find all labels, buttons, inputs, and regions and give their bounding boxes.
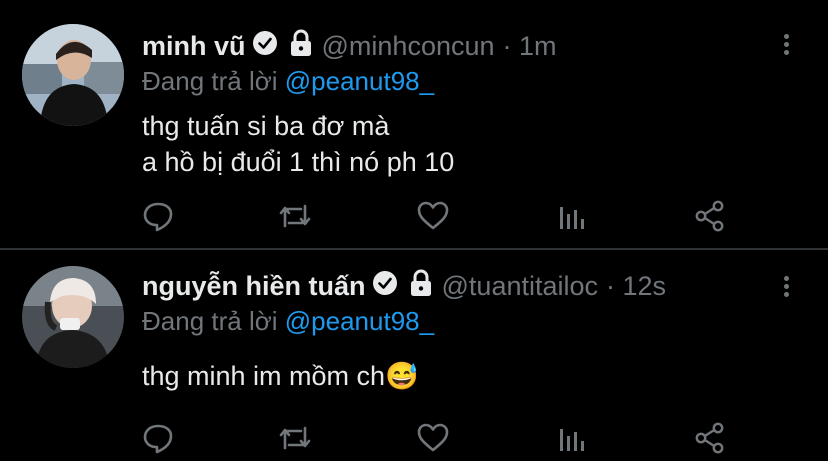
lock-icon <box>408 269 434 304</box>
retweet-icon[interactable] <box>277 198 313 234</box>
more-icon[interactable] <box>777 273 795 300</box>
like-icon[interactable] <box>415 420 451 456</box>
reply-mention[interactable]: @peanut98_ <box>285 306 434 336</box>
tweet-text-line: thg minh im mồm ch😅 <box>142 361 419 391</box>
like-icon[interactable] <box>415 198 451 234</box>
reply-mention[interactable]: @peanut98_ <box>285 66 434 96</box>
analytics-icon[interactable] <box>554 420 590 456</box>
tweet-text: thg minh im mồm ch😅 <box>142 358 419 394</box>
reply-context: Đang trả lời @peanut98_ <box>142 306 434 337</box>
avatar[interactable] <box>22 266 124 368</box>
author-handle[interactable]: @tuantitailoc <box>442 271 599 302</box>
tweet-header: minh vũ @minhconcun · 1m <box>142 29 557 64</box>
timestamp[interactable]: · 12s <box>606 271 666 302</box>
verified-icon <box>252 30 278 63</box>
author-handle[interactable]: @minhconcun <box>322 31 495 62</box>
reply-icon[interactable] <box>140 420 176 456</box>
avatar[interactable] <box>22 24 124 126</box>
tweet-text: thg tuấn si ba đơ mà a hồ bị đuổi 1 thì … <box>142 108 454 180</box>
analytics-icon[interactable] <box>554 198 590 234</box>
reply-prefix: Đang trả lời <box>142 306 285 336</box>
lock-icon <box>288 29 314 64</box>
tweet-header: nguyễn hiền tuấn @tuantitailoc · 12s <box>142 269 666 304</box>
reply-prefix: Đang trả lời <box>142 66 285 96</box>
share-icon[interactable] <box>692 198 728 234</box>
tweet-actions <box>140 420 730 456</box>
author-name[interactable]: minh vũ <box>142 31 246 62</box>
tweet-text-line: thg tuấn si ba đơ mà <box>142 111 390 141</box>
more-icon[interactable] <box>777 31 795 58</box>
tweet-text-line: a hồ bị đuổi 1 thì nó ph 10 <box>142 147 455 177</box>
reply-icon[interactable] <box>140 198 176 234</box>
tweet-actions <box>140 198 730 234</box>
timestamp[interactable]: · 1m <box>503 31 557 62</box>
reply-context: Đang trả lời @peanut98_ <box>142 66 434 97</box>
retweet-icon[interactable] <box>277 420 313 456</box>
verified-icon <box>372 270 398 303</box>
tweet[interactable]: nguyễn hiền tuấn @tuantitailoc · 12s Đan… <box>0 250 828 460</box>
share-icon[interactable] <box>692 420 728 456</box>
tweet[interactable]: minh vũ @minhconcun · 1m Đang trả lời @p… <box>0 0 828 248</box>
author-name[interactable]: nguyễn hiền tuấn <box>142 271 366 302</box>
